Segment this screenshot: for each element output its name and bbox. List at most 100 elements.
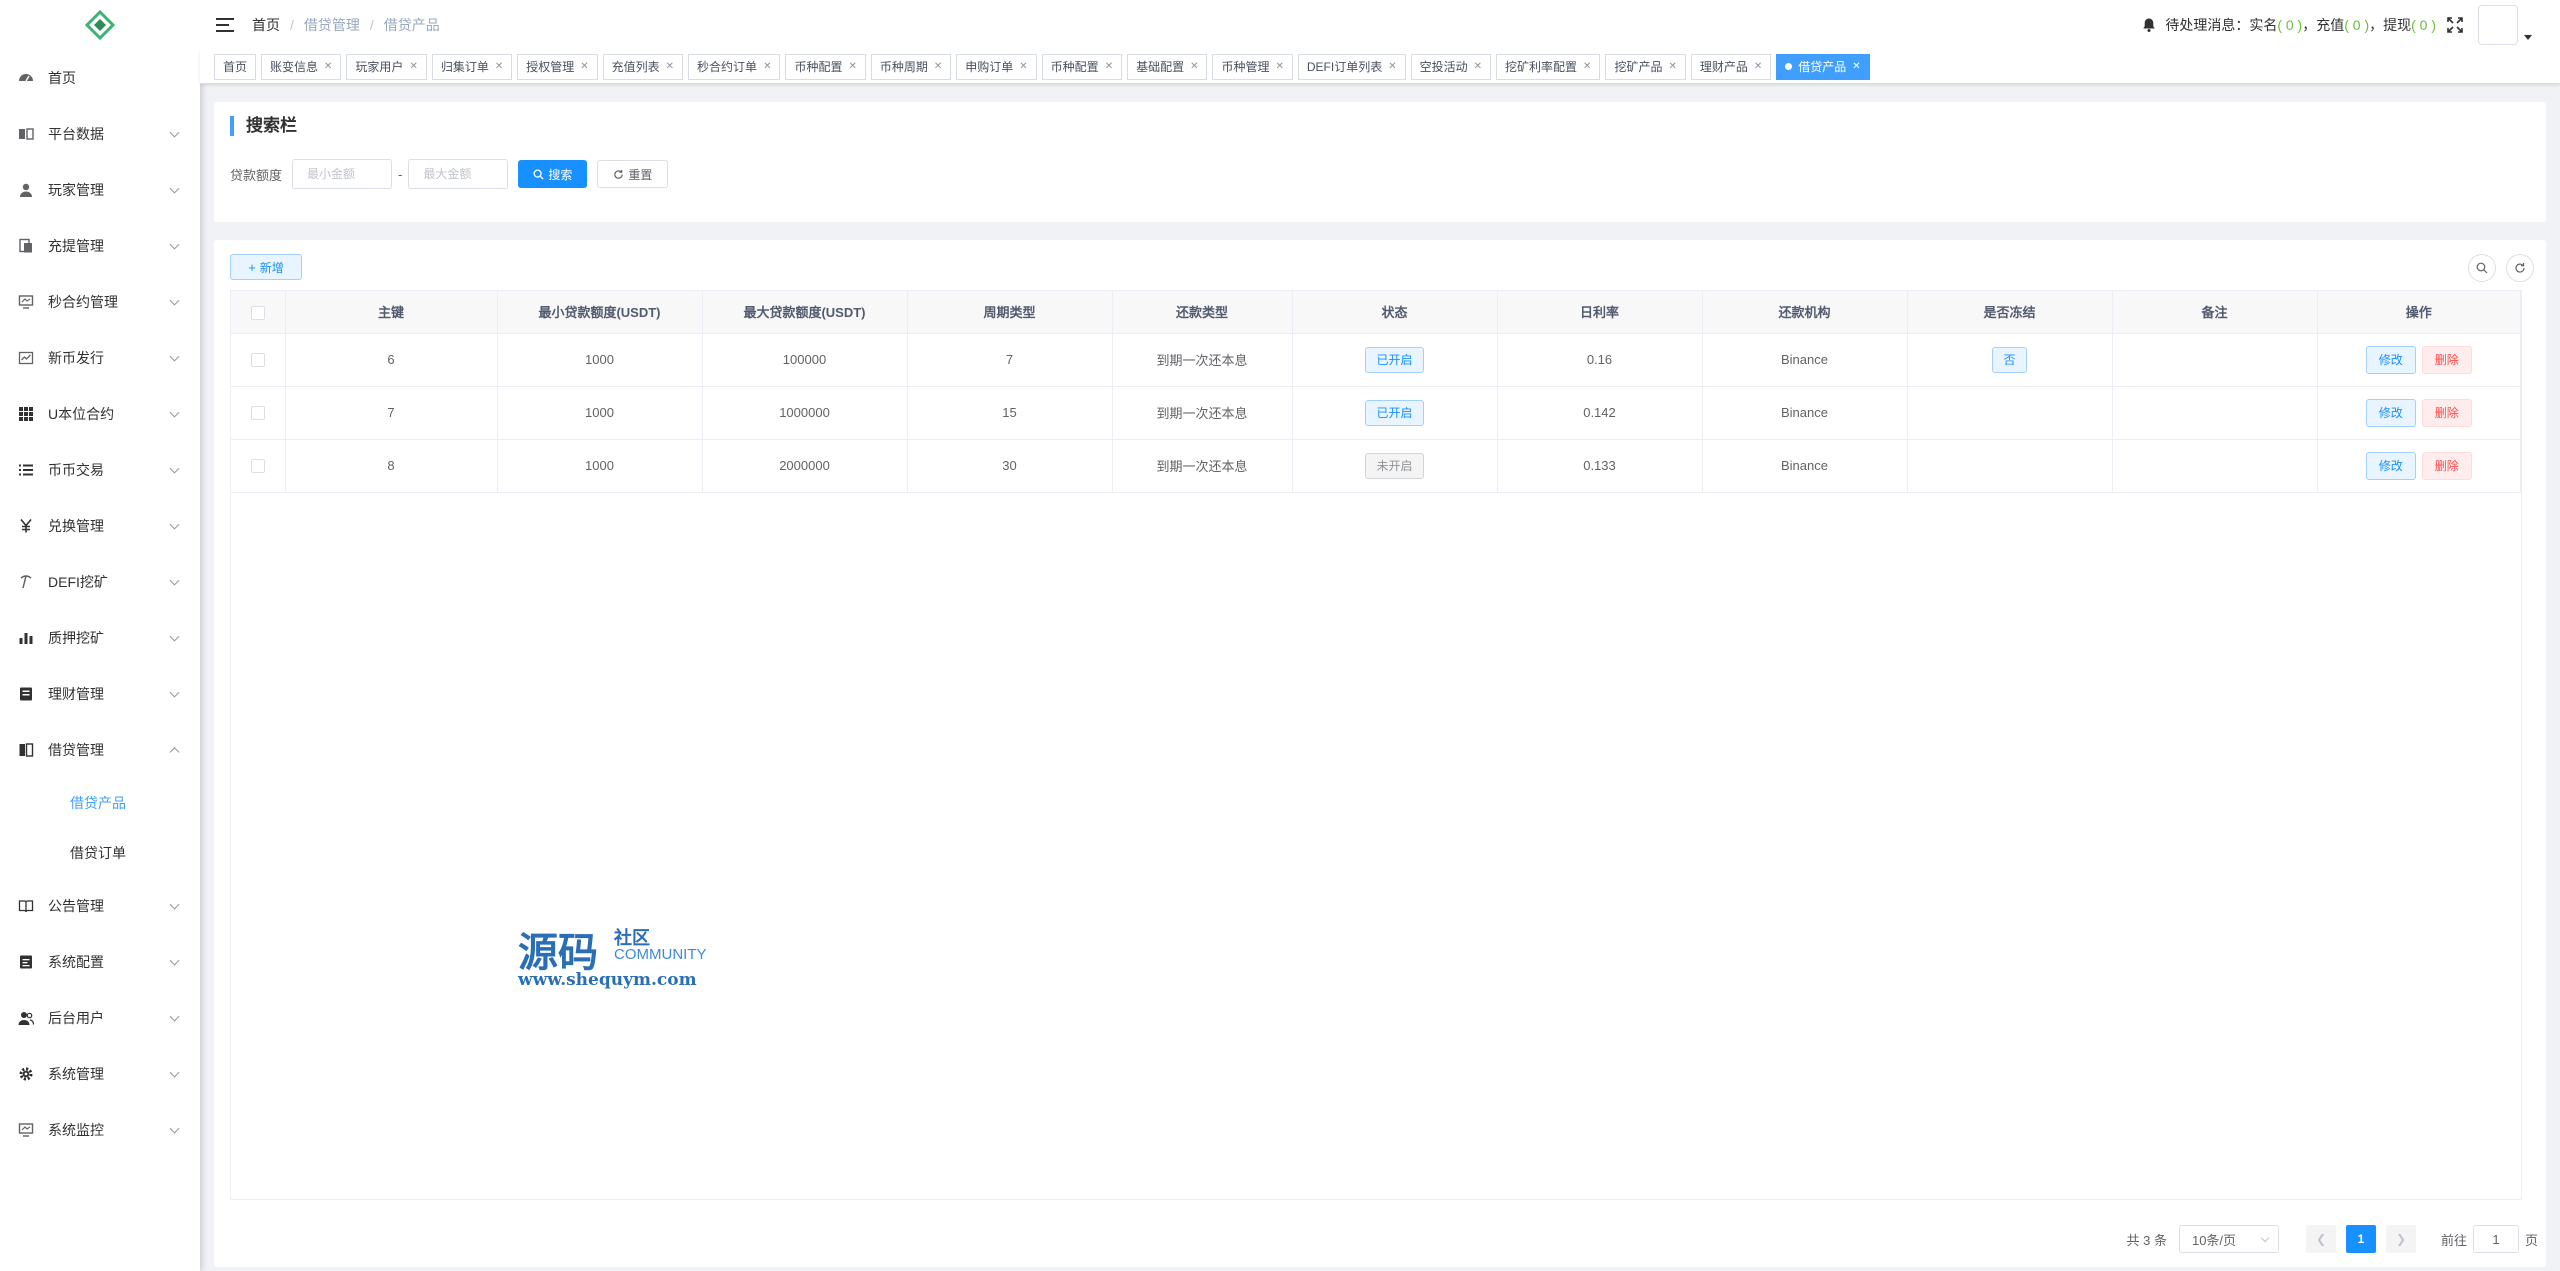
- row-select-cell[interactable]: [231, 333, 286, 387]
- edit-button[interactable]: 修改: [2365, 398, 2416, 427]
- close-icon[interactable]: ✕: [666, 55, 674, 79]
- close-icon[interactable]: ✕: [934, 55, 942, 79]
- tag-14[interactable]: 空投活动 ✕: [1410, 53, 1492, 80]
- sidebar-item-10[interactable]: 质押挖矿: [0, 610, 200, 666]
- row-checkbox[interactable]: [250, 459, 265, 474]
- close-icon[interactable]: ✕: [409, 55, 417, 79]
- sidebar-item-8[interactable]: 兑换管理: [0, 498, 200, 554]
- notice-realname-label[interactable]: 实名: [2249, 15, 2277, 35]
- min-amount-input[interactable]: 最小金额: [292, 159, 393, 189]
- sidebar-item-3[interactable]: 充提管理: [0, 218, 200, 274]
- avatar[interactable]: [2478, 5, 2518, 45]
- notice-realname-count[interactable]: ( 0 ): [2277, 17, 2302, 33]
- sidebar-item-9[interactable]: DEFI挖矿: [0, 554, 200, 610]
- tag-13[interactable]: DEFI订单列表 ✕: [1297, 53, 1406, 80]
- prev-page-button[interactable]: ❮: [2305, 1225, 2336, 1253]
- tag-5[interactable]: 充值列表 ✕: [602, 53, 684, 80]
- page-size-select[interactable]: 10条/页: [2178, 1225, 2279, 1253]
- sidebar-item-0[interactable]: 首页: [0, 50, 200, 106]
- select-all-checkbox[interactable]: [250, 305, 265, 320]
- close-icon[interactable]: ✕: [324, 55, 332, 79]
- row-select-cell[interactable]: [231, 386, 286, 440]
- edit-button[interactable]: 修改: [2365, 345, 2416, 374]
- sidebar-item-11[interactable]: 理财管理: [0, 666, 200, 722]
- tag-6[interactable]: 秒合约订单 ✕: [688, 53, 781, 80]
- tag-4[interactable]: 授权管理 ✕: [517, 53, 598, 80]
- submenu-item-1[interactable]: 借贷订单: [0, 828, 200, 878]
- document-icon: [18, 238, 34, 254]
- goto-page-input[interactable]: 1: [2472, 1225, 2519, 1253]
- sidebar-item-7[interactable]: 币币交易: [0, 442, 200, 498]
- close-icon[interactable]: ✕: [1668, 55, 1676, 79]
- row-select-cell[interactable]: [231, 439, 286, 493]
- sidebar-item-after-3[interactable]: 系统管理: [0, 1046, 200, 1102]
- logo[interactable]: [0, 0, 200, 50]
- close-icon[interactable]: ✕: [1190, 55, 1198, 79]
- tag-2[interactable]: 玩家用户 ✕: [346, 53, 427, 80]
- close-icon[interactable]: ✕: [1388, 55, 1396, 79]
- close-icon[interactable]: ✕: [1105, 55, 1113, 79]
- next-page-button[interactable]: ❯: [2385, 1225, 2416, 1253]
- close-icon[interactable]: ✕: [1583, 55, 1591, 79]
- tag-18[interactable]: 借贷产品 ✕: [1776, 53, 1870, 80]
- fullscreen-icon[interactable]: [2446, 16, 2464, 34]
- sidebar-item-1[interactable]: 平台数据: [0, 106, 200, 162]
- sidebar-item-6[interactable]: U本位合约: [0, 386, 200, 442]
- close-icon[interactable]: ✕: [495, 55, 503, 79]
- sidebar-item-5[interactable]: 新币发行: [0, 330, 200, 386]
- tag-8[interactable]: 币种周期 ✕: [870, 53, 952, 80]
- reset-button[interactable]: 重置: [597, 160, 669, 188]
- row-checkbox[interactable]: [250, 353, 265, 368]
- notice-withdraw-label[interactable]: 提现: [2383, 15, 2411, 35]
- bell-icon[interactable]: [2141, 17, 2157, 33]
- sidebar-item-after-1[interactable]: 系统配置: [0, 934, 200, 990]
- tag-16[interactable]: 挖矿产品 ✕: [1605, 53, 1686, 80]
- close-icon[interactable]: ✕: [1276, 55, 1284, 79]
- select-all-cell[interactable]: [231, 291, 286, 334]
- tag-3[interactable]: 归集订单 ✕: [431, 53, 513, 80]
- caret-down-icon[interactable]: [2524, 34, 2532, 40]
- row-checkbox[interactable]: [250, 406, 265, 421]
- toggle-search-button[interactable]: [2468, 254, 2496, 282]
- tags-view: 首页 账变信息 ✕ 玩家用户 ✕ 归集订单 ✕ 授权管理 ✕ 充值列表 ✕ 秒合…: [200, 50, 2560, 84]
- tag-7[interactable]: 币种配置 ✕: [785, 53, 866, 80]
- sidebar-item-2[interactable]: 玩家管理: [0, 162, 200, 218]
- refresh-table-button[interactable]: [2506, 254, 2534, 282]
- sidebar-item-12[interactable]: 借贷管理: [0, 722, 200, 778]
- close-icon[interactable]: ✕: [1754, 55, 1762, 79]
- tag-1[interactable]: 账变信息 ✕: [261, 53, 342, 80]
- notice-withdraw-count[interactable]: ( 0 ): [2411, 17, 2436, 33]
- delete-button[interactable]: 删除: [2421, 398, 2472, 427]
- breadcrumb-home[interactable]: 首页: [252, 15, 280, 35]
- close-icon[interactable]: ✕: [1019, 55, 1027, 79]
- sidebar-item-4[interactable]: 秒合约管理: [0, 274, 200, 330]
- close-icon[interactable]: ✕: [580, 55, 588, 79]
- tag-9[interactable]: 申购订单 ✕: [956, 53, 1037, 80]
- delete-button[interactable]: 删除: [2421, 345, 2472, 374]
- close-icon[interactable]: ✕: [763, 55, 771, 79]
- notice-recharge-count[interactable]: ( 0 ): [2344, 17, 2369, 33]
- status-badge: 已开启: [1365, 346, 1424, 373]
- sidebar-item-after-0[interactable]: 公告管理: [0, 878, 200, 934]
- max-amount-input[interactable]: 最大金额: [408, 159, 509, 189]
- close-icon[interactable]: ✕: [1852, 55, 1860, 79]
- tag-0[interactable]: 首页: [214, 53, 257, 80]
- hamburger-icon[interactable]: [216, 18, 234, 32]
- edit-button[interactable]: 修改: [2365, 451, 2416, 480]
- sidebar-item-after-4[interactable]: 系统监控: [0, 1102, 200, 1158]
- tag-10[interactable]: 币种配置 ✕: [1041, 53, 1123, 80]
- page-number-button[interactable]: 1: [2345, 1225, 2376, 1253]
- tag-17[interactable]: 理财产品 ✕: [1690, 53, 1772, 80]
- tag-11[interactable]: 基础配置 ✕: [1127, 53, 1208, 80]
- notice-recharge-label[interactable]: 充值: [2316, 15, 2344, 35]
- search-button[interactable]: 搜索: [518, 160, 588, 188]
- close-icon[interactable]: ✕: [848, 55, 856, 79]
- delete-button[interactable]: 删除: [2421, 451, 2472, 480]
- tag-12[interactable]: 币种管理 ✕: [1212, 53, 1293, 80]
- sidebar-item-label: 平台数据: [48, 126, 104, 142]
- submenu-item-0[interactable]: 借贷产品: [0, 778, 200, 828]
- tag-15[interactable]: 挖矿利率配置 ✕: [1496, 53, 1601, 80]
- add-button[interactable]: + 新增: [230, 254, 302, 280]
- sidebar-item-after-2[interactable]: 后台用户: [0, 990, 200, 1046]
- close-icon[interactable]: ✕: [1474, 55, 1482, 79]
